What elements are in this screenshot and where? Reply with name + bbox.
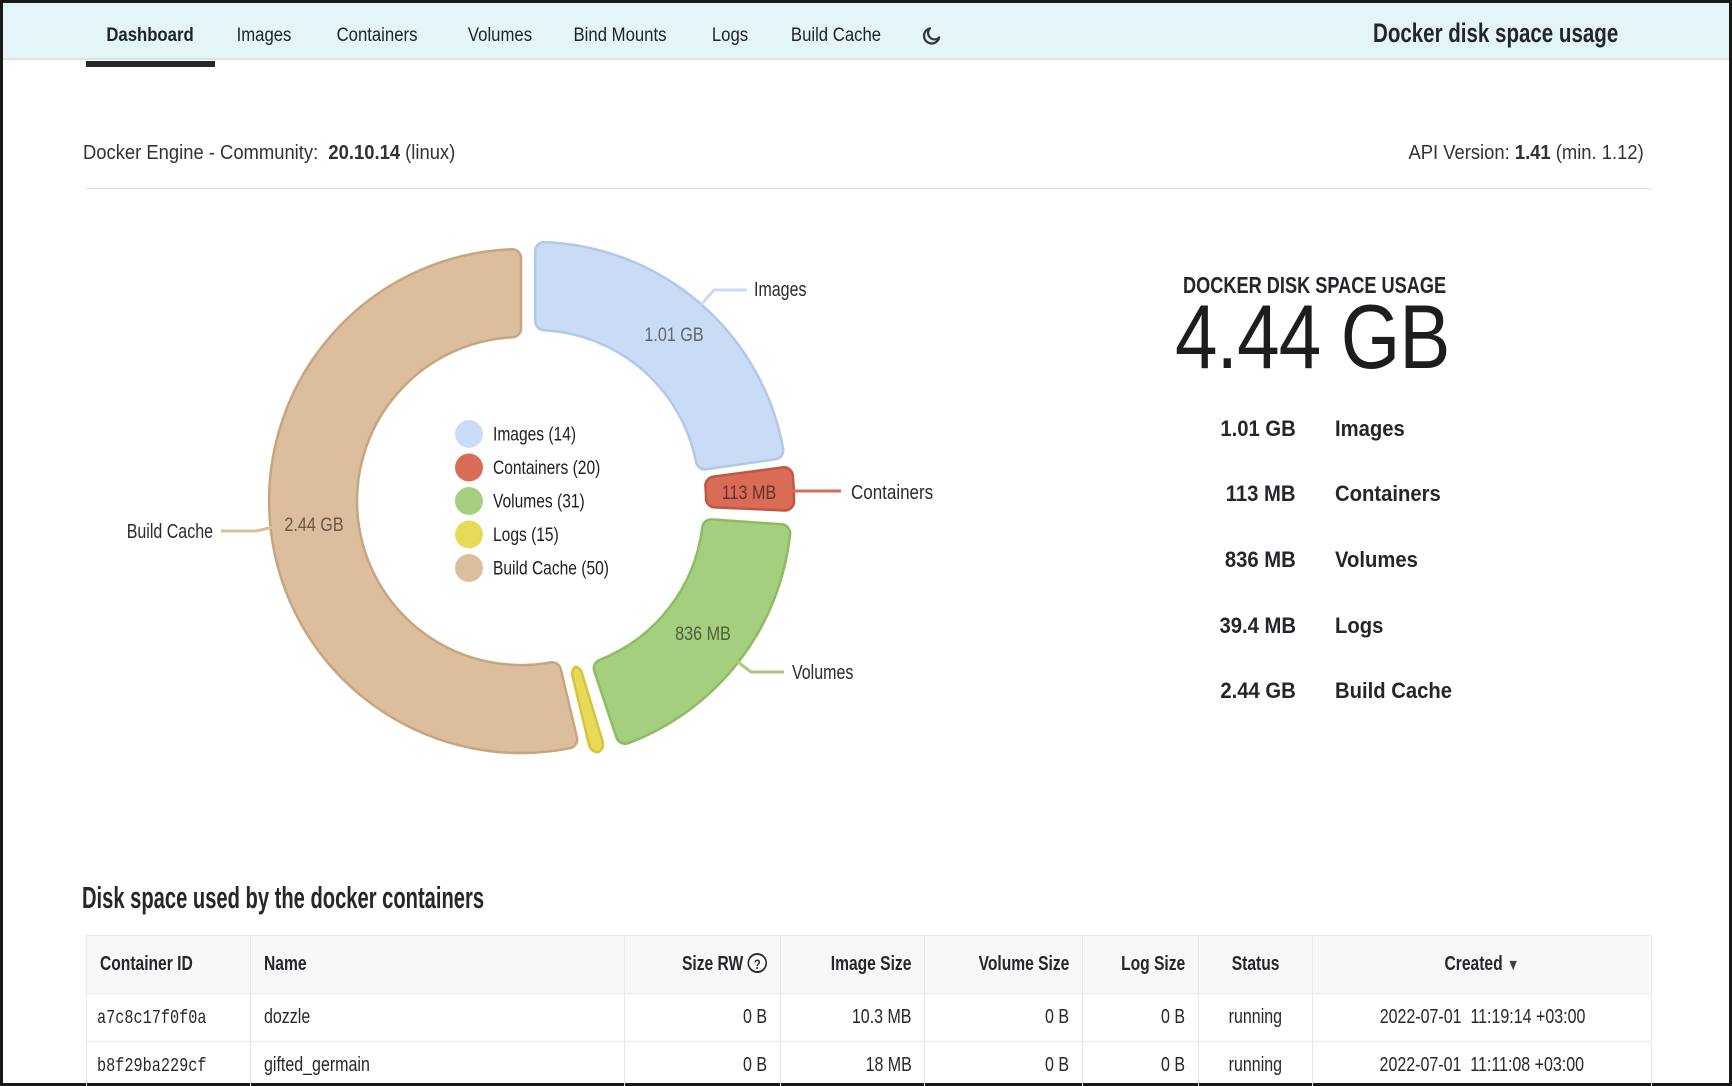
svg-text:113 MB: 113 MB bbox=[722, 482, 776, 504]
svg-text:1.01 GB: 1.01 GB bbox=[644, 324, 703, 346]
svg-text:Images (14): Images (14) bbox=[493, 423, 576, 445]
svg-text:Images: Images bbox=[754, 278, 806, 300]
svg-text:Volumes: Volumes bbox=[792, 661, 853, 683]
svg-text:836 MB: 836 MB bbox=[675, 623, 731, 645]
svg-text:Containers: Containers bbox=[851, 481, 933, 504]
svg-text:Build Cache: Build Cache bbox=[127, 520, 213, 542]
svg-text:2.44 GB: 2.44 GB bbox=[284, 514, 343, 536]
svg-text:Volumes (31): Volumes (31) bbox=[493, 490, 585, 512]
svg-text:Containers (20): Containers (20) bbox=[493, 457, 600, 479]
svg-text:Logs (15): Logs (15) bbox=[493, 524, 559, 546]
svg-text:Build Cache (50): Build Cache (50) bbox=[493, 557, 609, 579]
